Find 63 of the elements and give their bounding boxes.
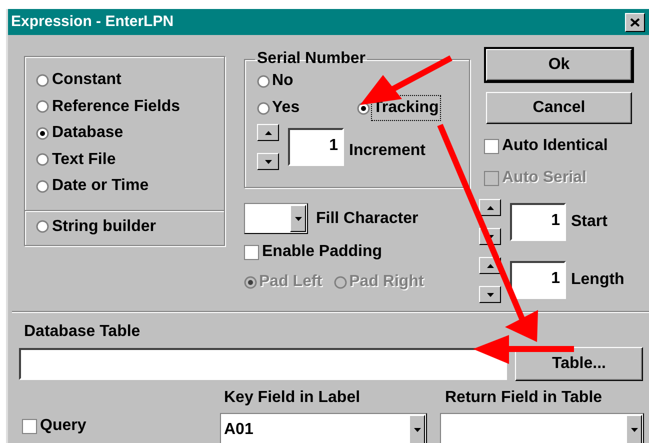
option-label: Text File xyxy=(52,150,116,170)
option-label: Constant xyxy=(52,70,122,90)
dropdown-button[interactable] xyxy=(409,415,425,443)
caret-icon xyxy=(630,428,638,432)
caret-icon xyxy=(294,216,302,220)
spin-button[interactable] xyxy=(257,153,279,170)
checkbox-label: Query xyxy=(40,416,86,436)
option-label: Pad Left xyxy=(259,272,322,292)
return-field-dropdown[interactable] xyxy=(440,413,644,443)
option-label: Reference Fields xyxy=(52,96,180,117)
number-field[interactable]: 1 xyxy=(510,203,566,241)
checkbox[interactable] xyxy=(22,418,37,434)
radio-button[interactable] xyxy=(36,126,49,140)
radio-button[interactable] xyxy=(36,74,49,87)
checkbox[interactable] xyxy=(484,138,499,154)
option-label: No xyxy=(272,71,294,91)
up-arrow-icon xyxy=(264,130,272,134)
option-label: Yes xyxy=(272,98,300,118)
radio-button[interactable] xyxy=(36,100,49,114)
window-title: Expression - EnterLPN xyxy=(11,12,174,32)
key-field-label: Key Field in Label xyxy=(224,388,362,408)
start-label: Start xyxy=(571,212,608,232)
option-label: Database xyxy=(52,123,124,144)
checkbox-label: Auto Identical xyxy=(502,136,608,156)
caret-icon xyxy=(414,428,420,432)
close-icon xyxy=(630,18,640,26)
spin-button[interactable] xyxy=(257,124,279,141)
dropdown-button[interactable] xyxy=(626,415,642,443)
option-label: Date or Time xyxy=(52,176,149,196)
checkbox-label: Enable Padding xyxy=(262,242,382,262)
group-title: Serial Number xyxy=(256,49,366,69)
radio-button[interactable] xyxy=(36,220,49,234)
up-arrow-icon xyxy=(486,264,494,268)
spin-button[interactable] xyxy=(479,199,501,216)
down-arrow-icon xyxy=(264,160,272,164)
down-arrow-icon xyxy=(486,292,494,296)
option-label: Tracking xyxy=(372,96,440,120)
length-label: Length xyxy=(571,270,624,290)
dropdown-button[interactable] xyxy=(290,205,306,232)
fill-character-label: Fill Character xyxy=(316,208,418,228)
database-table-field[interactable] xyxy=(19,348,507,380)
option-label: String builder xyxy=(52,216,156,237)
radio-button[interactable] xyxy=(36,153,49,166)
dialog-button[interactable]: Ok xyxy=(486,49,632,81)
close-button[interactable] xyxy=(625,12,645,32)
database-table-label: Database Table xyxy=(24,322,142,342)
checkbox-label: Auto Serial xyxy=(502,168,586,188)
radio-button[interactable] xyxy=(257,102,270,114)
dropdown-value: A01 xyxy=(223,420,254,440)
radio-button[interactable] xyxy=(257,74,270,88)
increment-label: Increment xyxy=(349,141,426,161)
option-label: Pad Right xyxy=(349,272,424,292)
spin-button[interactable] xyxy=(479,286,501,303)
number-field[interactable]: 1 xyxy=(510,261,566,299)
dialog-button[interactable]: Cancel xyxy=(486,92,632,124)
up-arrow-icon xyxy=(486,206,494,210)
table-button[interactable]: Table... xyxy=(515,347,643,381)
key-field-dropdown[interactable]: A01 xyxy=(220,413,427,443)
radio-button[interactable] xyxy=(36,180,49,193)
return-field-label: Return Field in Table xyxy=(445,388,604,408)
number-field[interactable]: 1 xyxy=(288,128,344,166)
checkbox[interactable] xyxy=(244,244,259,260)
fill-character-dropdown[interactable] xyxy=(244,203,308,234)
